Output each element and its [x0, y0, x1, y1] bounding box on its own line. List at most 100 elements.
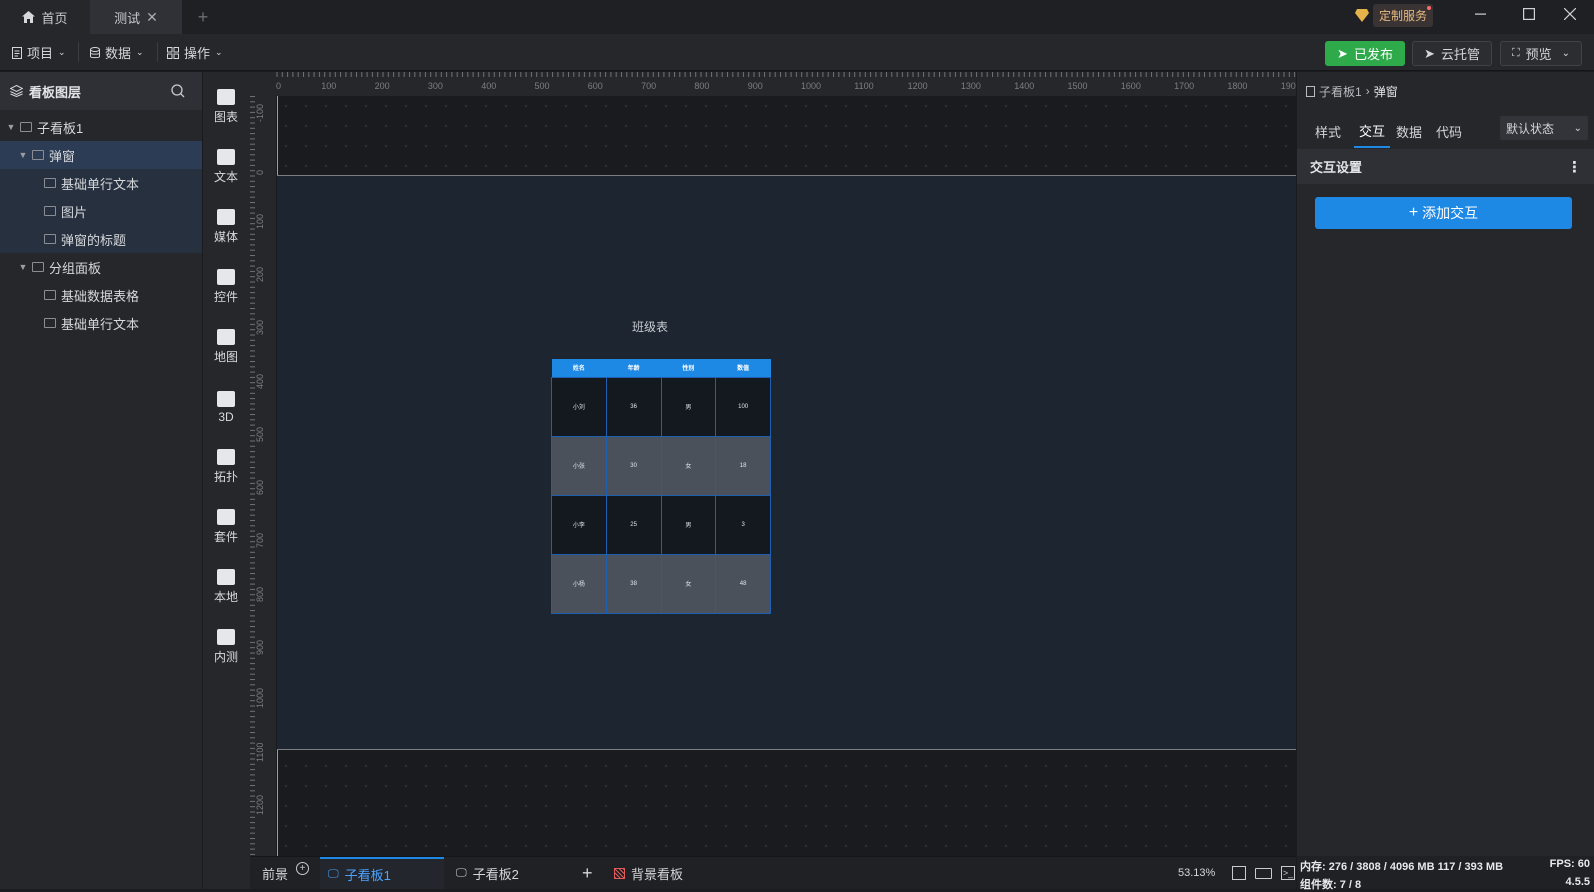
table-row[interactable]: 小杨 38 女 48 — [551, 553, 771, 614]
table-cell: 男 — [660, 376, 717, 437]
ruler-label: 900 — [747, 81, 763, 91]
layer-item[interactable]: ▼ 子看板1 — [0, 113, 202, 141]
interaction-settings-header: 交互设置 ⋮ — [1297, 149, 1594, 184]
layer-item[interactable]: 基础单行文本 — [0, 169, 202, 197]
tab-board-2[interactable]: 🖵 子看板2 — [446, 857, 566, 889]
table-row[interactable]: 小张 30 女 18 — [551, 435, 771, 496]
component-label: 控件 — [213, 290, 238, 304]
properties-panel — [1296, 72, 1594, 889]
layers-title: 看板图层 — [29, 84, 82, 100]
add-foreground-icon[interactable]: + — [296, 862, 309, 875]
table-row[interactable]: 小刘 36 男 100 — [551, 376, 771, 437]
component-6[interactable]: 拓扑 — [202, 438, 250, 496]
component-icon — [44, 318, 56, 328]
preview-button[interactable]: ⛶ 预览 ⌄ — [1500, 41, 1582, 66]
layer-item[interactable]: 基础数据表格 — [0, 281, 202, 309]
zoom-level[interactable]: 53.13% — [1178, 857, 1215, 889]
caret-down-icon[interactable]: ▼ — [18, 150, 28, 160]
breadcrumb-board[interactable]: 子看板1 — [1319, 83, 1362, 100]
layer-item[interactable]: 图片 — [0, 197, 202, 225]
component-7[interactable]: 套件 — [202, 498, 250, 556]
fps-value: FPS: 60 — [1549, 858, 1590, 870]
close-icon[interactable]: ✕ — [146, 9, 158, 26]
layer-item[interactable]: 基础单行文本 — [0, 309, 202, 337]
ruler-label: 200 — [255, 266, 265, 282]
text-icon — [217, 149, 235, 165]
add-interaction-button[interactable]: + 添加交互 — [1315, 197, 1572, 229]
table-header-cell: 性别 — [661, 359, 716, 377]
tab-interaction[interactable]: 交互 — [1354, 114, 1390, 148]
class-table[interactable]: 姓名 年龄 性别 数值 小刘 36 男 100 小张 30 女 18 小李 25 男 3 小杨 38 女 48 — [551, 359, 771, 614]
menu-operation-label: 操作 — [184, 46, 211, 61]
tab-foreground[interactable]: 前景 — [262, 857, 288, 889]
add-board-button[interactable]: + — [582, 857, 593, 889]
component-count: 组件数: 7 / 8 — [1300, 879, 1362, 891]
layer-item-label: 基础数据表格 — [61, 288, 140, 304]
component-3[interactable]: 控件 — [202, 258, 250, 316]
tab-data[interactable]: 数据 — [1396, 114, 1422, 148]
fit-screen-icon[interactable] — [1232, 866, 1246, 880]
ruler-label: 0 — [255, 170, 265, 176]
ruler-label: 1900 — [1280, 81, 1296, 91]
menu-project[interactable]: 项目 ⌄ — [12, 34, 66, 71]
ruler-label: 1000 — [801, 81, 822, 91]
state-select[interactable]: 默认状态 ⌄ — [1500, 116, 1588, 140]
layer-item[interactable]: ▼ 分组面板 — [0, 253, 202, 281]
chevron-down-icon[interactable]: ⌄ — [1562, 48, 1570, 59]
component-8[interactable]: 本地 — [202, 558, 250, 616]
caret-down-icon[interactable]: ▼ — [18, 262, 28, 272]
component-2[interactable]: 媒体 — [202, 198, 250, 256]
component-0[interactable]: 图表 — [202, 78, 250, 136]
table-cell: 小李 — [551, 494, 607, 555]
component-1[interactable]: 文本 — [202, 138, 250, 196]
published-button[interactable]: ➤ 已发布 — [1325, 41, 1405, 66]
terminal-icon[interactable]: >_ — [1281, 866, 1295, 880]
ruler-corner — [250, 72, 276, 96]
menu-operation[interactable]: 操作 ⌄ — [167, 34, 223, 71]
component-4[interactable]: 地图 — [202, 318, 250, 376]
layer-item[interactable]: 弹窗的标题 — [0, 225, 202, 253]
table-cell: 男 — [660, 494, 717, 555]
component-label: 3D — [218, 409, 234, 424]
artboard[interactable] — [277, 175, 1296, 750]
tab-code[interactable]: 代码 — [1436, 114, 1462, 148]
tab-board-1[interactable]: 🖵 子看板1 — [320, 857, 444, 889]
close-window-button[interactable] — [1546, 0, 1594, 28]
version: 4.5.5 — [1565, 876, 1590, 888]
cloud-host-button[interactable]: ➤ 云托管 — [1412, 41, 1492, 66]
caret-down-icon[interactable]: ▼ — [6, 122, 16, 132]
add-tab-button[interactable]: + — [190, 0, 216, 34]
home-icon — [22, 11, 36, 23]
search-icon[interactable] — [171, 84, 185, 101]
ruler-label: 100 — [255, 213, 265, 229]
component-5[interactable]: 3D — [202, 378, 250, 436]
ruler-label: 900 — [255, 639, 265, 655]
tab-style[interactable]: 样式 — [1315, 114, 1341, 148]
ruler-label: 1200 — [255, 794, 265, 815]
add-interaction-label: 添加交互 — [1422, 205, 1479, 221]
plus-icon: + — [1408, 204, 1419, 221]
menu-data-label: 数据 — [105, 46, 132, 61]
tab-test[interactable]: 测试 ✕ — [90, 0, 182, 34]
layer-item-label: 基础单行文本 — [61, 176, 140, 192]
ruler-label: 1500 — [1067, 81, 1088, 91]
ruler-label: 700 — [641, 81, 657, 91]
minimize-button[interactable] — [1456, 0, 1504, 28]
document-icon — [12, 46, 22, 59]
zoom-value: 53.13% — [1178, 867, 1216, 879]
notification-dot — [1427, 5, 1432, 10]
ruler-label: 500 — [534, 81, 550, 91]
component-9[interactable]: 内测 — [202, 618, 250, 676]
tab-home[interactable]: 首页 — [0, 0, 90, 34]
more-icon[interactable]: ⋮ — [1567, 158, 1582, 176]
menu-data[interactable]: 数据 ⌄ — [90, 34, 144, 71]
custom-service-button[interactable]: 定制服务 — [1355, 3, 1447, 27]
component-label: 媒体 — [213, 230, 238, 244]
component-icon — [44, 290, 56, 300]
tab-background-board[interactable]: 背景看板 — [608, 857, 732, 889]
table-row[interactable]: 小李 25 男 3 — [551, 494, 771, 555]
keyboard-icon[interactable] — [1255, 868, 1272, 879]
grid-icon — [167, 46, 179, 59]
popup-title[interactable]: 班级表 — [600, 318, 700, 335]
layer-item[interactable]: ▼ 弹窗 — [0, 141, 202, 169]
